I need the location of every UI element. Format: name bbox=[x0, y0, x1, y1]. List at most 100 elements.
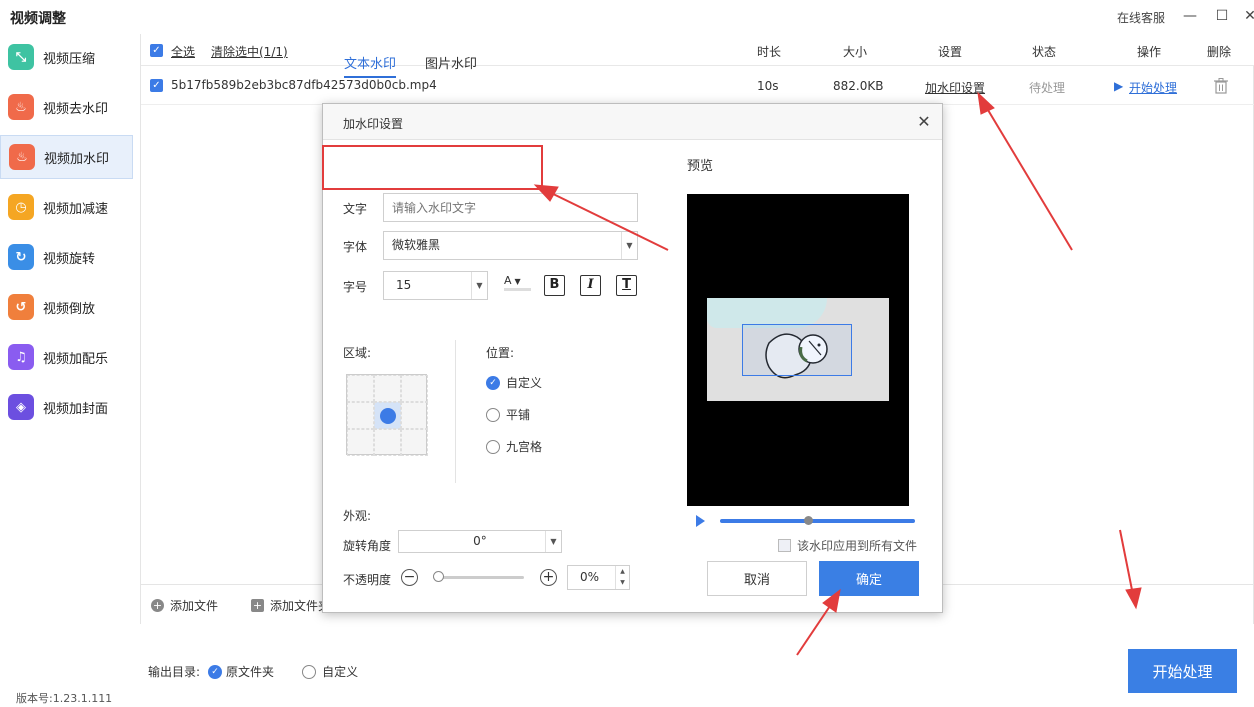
opacity-slider-handle[interactable] bbox=[433, 571, 444, 582]
opacity-label: 不透明度 bbox=[343, 573, 392, 587]
sidebar-item-cover[interactable]: ◈ 视频加封面 bbox=[0, 385, 133, 429]
dialog-close-icon[interactable]: ✕ bbox=[914, 112, 934, 132]
region-grid[interactable] bbox=[346, 374, 428, 456]
position-option-tile[interactable]: 平铺 bbox=[486, 406, 530, 423]
radio-custom-folder[interactable] bbox=[302, 664, 317, 679]
sidebar-item-label: 视频旋转 bbox=[43, 251, 96, 267]
close-window-button[interactable]: ✕ bbox=[1240, 6, 1254, 26]
opacity-increase-button[interactable]: + bbox=[540, 569, 557, 586]
font-label: 字体 bbox=[343, 240, 368, 254]
column-delete: 删除 bbox=[1207, 45, 1232, 59]
add-file-button[interactable]: + 添加文件 bbox=[151, 597, 218, 614]
sidebar-item-label: 视频加减速 bbox=[43, 201, 109, 217]
music-icon: ♫ bbox=[8, 344, 34, 370]
output-label: 输出目录: bbox=[148, 665, 201, 679]
maximize-button[interactable]: ☐ bbox=[1212, 6, 1232, 26]
sidebar-item-compress[interactable]: ⤡ 视频压缩 bbox=[0, 35, 133, 79]
apply-all-label: 该水印应用到所有文件 bbox=[797, 539, 918, 553]
font-color-picker[interactable]: A ▼ bbox=[504, 274, 531, 291]
radio-unselected bbox=[486, 407, 500, 422]
opacity-decrease-button[interactable]: − bbox=[401, 569, 418, 586]
sidebar-item-rotate[interactable]: ↻ 视频旋转 bbox=[0, 235, 133, 279]
select-all-checkbox[interactable]: ✓ bbox=[150, 44, 163, 57]
rotation-select[interactable]: 0° ▼ bbox=[398, 530, 562, 553]
opacity-slider[interactable] bbox=[433, 576, 524, 579]
checkbox-unchecked bbox=[778, 539, 791, 552]
select-all-link[interactable]: 全选 bbox=[171, 43, 195, 60]
sidebar-item-label: 视频加配乐 bbox=[43, 351, 109, 367]
position-option-grid[interactable]: 九宫格 bbox=[486, 438, 542, 455]
sidebar-item-music[interactable]: ♫ 视频加配乐 bbox=[0, 335, 133, 379]
region-marker bbox=[380, 408, 396, 424]
tab-image-watermark[interactable]: 图片水印 bbox=[425, 53, 477, 72]
position-option-custom[interactable]: ✓ 自定义 bbox=[486, 374, 542, 391]
preview-label: 预览 bbox=[687, 159, 714, 174]
trash-icon[interactable] bbox=[1214, 78, 1228, 94]
sidebar-item-reverse[interactable]: ↺ 视频倒放 bbox=[0, 285, 133, 329]
column-size: 大小 bbox=[843, 45, 868, 59]
add-watermark-icon: ♨ bbox=[9, 144, 35, 170]
text-label: 文字 bbox=[343, 202, 368, 216]
row-duration: 10s bbox=[757, 79, 779, 93]
sidebar-item-speed[interactable]: ◷ 视频加减速 bbox=[0, 185, 133, 229]
font-select[interactable]: 微软雅黑 ▼ bbox=[383, 231, 638, 260]
sidebar-item-label: 视频加水印 bbox=[44, 151, 110, 167]
rotation-value: 0° bbox=[473, 534, 487, 548]
confirm-button[interactable]: 确定 bbox=[819, 561, 919, 596]
font-size-select[interactable]: 15 ▼ bbox=[383, 271, 488, 300]
original-folder-label: 原文件夹 bbox=[226, 665, 275, 679]
apply-all-checkbox[interactable]: 该水印应用到所有文件 bbox=[778, 537, 917, 554]
chevron-down-icon: ▼ bbox=[621, 232, 637, 259]
sidebar-item-add-watermark[interactable]: ♨ 视频加水印 bbox=[0, 135, 133, 179]
online-service-link[interactable]: 在线客服 bbox=[1117, 9, 1165, 26]
title-bar: 视频调整 在线客服 — ☐ ✕ bbox=[0, 0, 1254, 34]
custom-folder-label: 自定义 bbox=[322, 665, 359, 679]
table-row[interactable]: ✓ 5b17fb589b2eb3bc87dfb42573d0b0cb.mp4 1… bbox=[141, 67, 1254, 105]
watermark-text-input[interactable] bbox=[383, 193, 638, 222]
add-folder-button[interactable]: + 添加文件夹 bbox=[251, 597, 330, 614]
sidebar-item-label: 视频加封面 bbox=[43, 401, 109, 417]
bold-button[interactable]: B bbox=[544, 275, 565, 296]
reverse-icon: ↺ bbox=[8, 294, 34, 320]
sidebar-item-remove-watermark[interactable]: ♨ 视频去水印 bbox=[0, 85, 133, 129]
dialog-title: 加水印设置 bbox=[343, 117, 404, 131]
opacity-stepper[interactable]: 0% ▲ ▼ bbox=[567, 565, 630, 590]
row-start-link[interactable]: 开始处理 bbox=[1129, 79, 1177, 96]
radio-selected: ✓ bbox=[486, 375, 500, 390]
rotate-icon: ↻ bbox=[8, 244, 34, 270]
column-duration: 时长 bbox=[757, 45, 782, 59]
start-processing-button[interactable]: 开始处理 bbox=[1128, 649, 1237, 693]
compress-icon: ⤡ bbox=[8, 44, 34, 70]
output-directory: 输出目录: ✓ 原文件夹 自定义 bbox=[148, 663, 358, 680]
tab-text-watermark[interactable]: 文本水印 bbox=[344, 53, 397, 78]
watermark-settings-link[interactable]: 加水印设置 bbox=[925, 79, 985, 96]
opacity-value: 0% bbox=[580, 570, 600, 584]
row-size: 882.0KB bbox=[833, 79, 884, 93]
row-filename: 5b17fb589b2eb3bc87dfb42573d0b0cb.mp4 bbox=[171, 78, 437, 92]
minimize-button[interactable]: — bbox=[1180, 6, 1200, 26]
column-action: 操作 bbox=[1137, 45, 1162, 59]
watermark-placement-box[interactable] bbox=[742, 324, 852, 376]
font-value: 微软雅黑 bbox=[392, 238, 441, 252]
dialog-header: 加水印设置 ✕ bbox=[323, 104, 942, 140]
appearance-label: 外观: bbox=[343, 509, 372, 523]
stepper-arrows-icon[interactable]: ▲ ▼ bbox=[615, 566, 629, 589]
table-header: ✓ 全选 清除选中(1/1) 时长 大小 设置 状态 操作 删除 bbox=[141, 34, 1254, 66]
timeline-handle[interactable] bbox=[804, 516, 813, 525]
row-checkbox[interactable]: ✓ bbox=[150, 79, 163, 92]
column-settings: 设置 bbox=[938, 45, 963, 59]
region-center-cell[interactable] bbox=[374, 402, 401, 429]
play-icon[interactable] bbox=[696, 515, 705, 527]
text-style-button[interactable]: T bbox=[616, 275, 637, 296]
font-size-value: 15 bbox=[396, 278, 412, 292]
add-folder-label: 添加文件夹 bbox=[270, 599, 331, 613]
radio-unselected bbox=[486, 439, 500, 454]
cancel-button[interactable]: 取消 bbox=[707, 561, 807, 596]
sidebar-item-label: 视频压缩 bbox=[43, 51, 96, 67]
preview-timeline[interactable] bbox=[720, 519, 915, 523]
clear-selected-link[interactable]: 清除选中(1/1) bbox=[211, 43, 288, 60]
italic-button[interactable]: I bbox=[580, 275, 601, 296]
remove-watermark-icon: ♨ bbox=[8, 94, 34, 120]
row-status: 待处理 bbox=[1029, 81, 1066, 95]
radio-original-folder[interactable]: ✓ bbox=[208, 664, 223, 679]
